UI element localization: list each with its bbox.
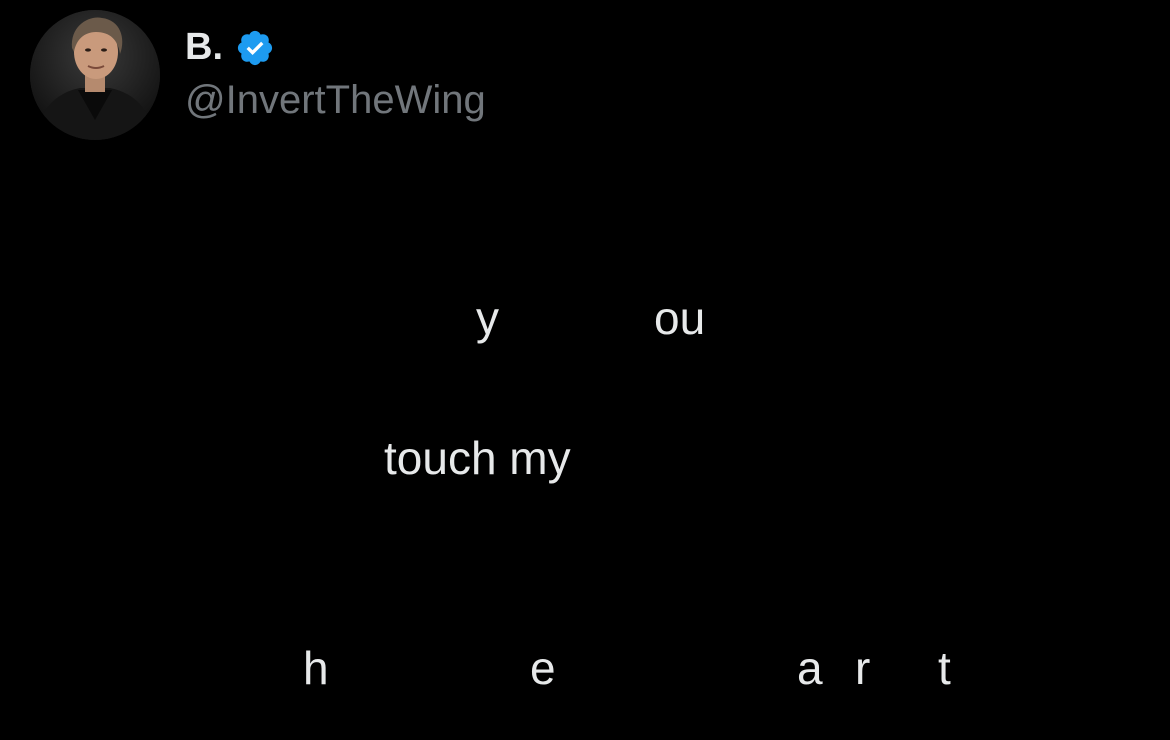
tweet-text-h: h	[303, 642, 329, 694]
tweet-text-touch-my: touch my	[384, 432, 571, 484]
author-handle[interactable]: @InvertTheWing	[185, 76, 486, 124]
avatar[interactable]	[30, 10, 160, 140]
tweet-text-t: t	[938, 642, 951, 694]
tweet: B. @InvertTheWing y ou touch my h e a r …	[0, 0, 1170, 740]
tweet-text-e: e	[530, 642, 556, 694]
avatar-photo-icon	[30, 10, 160, 140]
tweet-text-r: r	[855, 642, 871, 694]
tweet-text-a: a	[797, 642, 823, 694]
author-name-row: B.	[185, 24, 275, 70]
verified-badge-icon	[235, 28, 275, 68]
display-name[interactable]: B.	[185, 24, 223, 70]
tweet-text-y: y	[476, 292, 499, 344]
tweet-text-ou: ou	[654, 292, 706, 344]
